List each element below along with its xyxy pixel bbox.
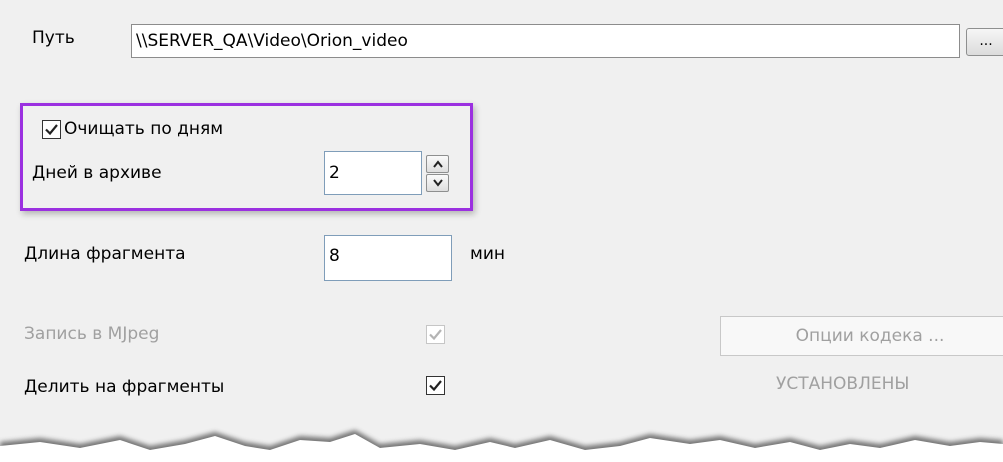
mjpeg-checkbox[interactable] <box>426 325 445 344</box>
days-increment-button[interactable] <box>426 155 449 173</box>
cleanup-checkbox[interactable] <box>42 120 61 139</box>
days-label: Дней в архиве <box>32 163 162 183</box>
arrow-down-icon <box>432 179 443 187</box>
split-label: Делить на фрагменты <box>24 377 225 397</box>
arrow-up-icon <box>432 160 443 168</box>
fragment-length-label: Длина фрагмента <box>24 244 186 264</box>
codec-options-button[interactable]: Опции кодека ... <box>720 316 1003 356</box>
path-label: Путь <box>32 28 75 48</box>
path-input[interactable]: \\SERVER_QA\Video\Orion_video <box>131 24 960 58</box>
checkmark-icon <box>45 124 58 136</box>
codec-status: УСТАНОВЛЕНЫ <box>776 374 910 394</box>
checkmark-icon <box>429 380 442 392</box>
mjpeg-label: Запись в MJpeg <box>24 324 160 344</box>
cleanup-checkbox-label: Очищать по дням <box>64 119 224 139</box>
days-decrement-button[interactable] <box>426 174 449 192</box>
browse-button[interactable]: ... <box>966 28 1003 56</box>
fragment-length-input[interactable]: 8 <box>324 235 452 281</box>
torn-edge-decoration <box>0 430 1003 462</box>
days-input[interactable]: 2 <box>324 151 422 195</box>
fragment-unit-label: мин <box>470 244 505 264</box>
checkmark-icon <box>429 329 442 341</box>
split-checkbox[interactable] <box>426 376 445 395</box>
